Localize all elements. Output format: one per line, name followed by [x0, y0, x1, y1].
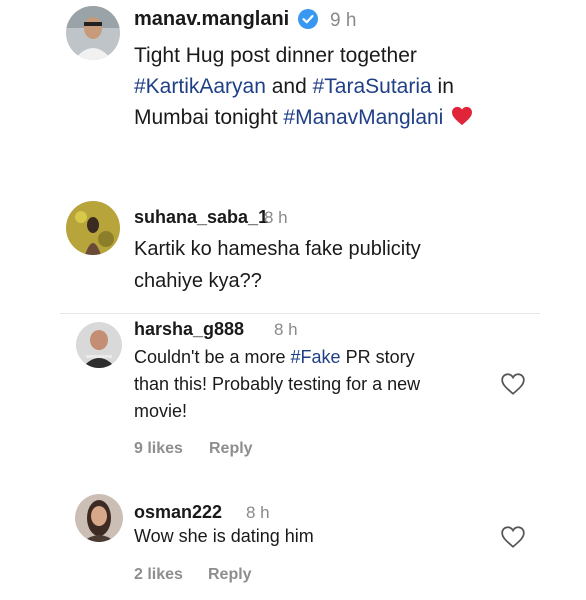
comment-3-likes[interactable]: 2 likes	[134, 566, 183, 584]
comment-2-line-3: movie!	[134, 401, 188, 421]
avatar-harsha[interactable]	[76, 322, 122, 368]
hashtag-fake[interactable]: #Fake	[291, 347, 341, 367]
avatar-osman[interactable]	[75, 494, 123, 542]
caption-in: in	[431, 75, 454, 98]
comment-2-username[interactable]: harsha_g888	[134, 319, 244, 340]
comment-2-time: 8 h	[274, 320, 298, 339]
caption-line-1: Tight Hug post dinner together	[134, 44, 417, 67]
caption-and: and	[265, 75, 313, 98]
hashtag-tarasutaria[interactable]: #TaraSutaria	[313, 75, 432, 98]
comment-2-line-1-suffix: PR story	[340, 347, 415, 367]
comment-divider	[60, 313, 540, 314]
comment-1-line-2: chahiye kya??	[134, 270, 262, 292]
comment-2-text: Couldn't be a more #Fake PR story than t…	[134, 344, 420, 425]
comment-2-likes[interactable]: 9 likes	[134, 440, 183, 458]
like-comment-3-heart-icon[interactable]	[500, 525, 526, 549]
comment-3-reply-button[interactable]: Reply	[208, 566, 252, 584]
comment-1-username[interactable]: suhana_saba_1	[134, 207, 268, 228]
post-time: 9 h	[330, 10, 357, 31]
red-heart-icon	[452, 106, 473, 126]
comment-1-text: Kartik ko hamesha fake publicity chahiye…	[134, 236, 421, 294]
comment-1-time: 8 h	[264, 208, 288, 227]
comment-3-text: Wow she is dating him	[134, 526, 314, 546]
comment-3-time: 8 h	[246, 503, 270, 522]
comment-2-line-1: Couldn't be a more #Fake PR story	[134, 344, 420, 371]
comment-2-reply-button[interactable]: Reply	[209, 440, 253, 458]
post-username[interactable]: manav.manglani	[134, 8, 289, 31]
comment-2-line-2: than this! Probably testing for a new	[134, 374, 421, 394]
verified-badge-icon	[298, 9, 318, 29]
post-caption: Tight Hug post dinner together #KartikAa…	[134, 40, 564, 133]
hashtag-kartikaaryan[interactable]: #KartikAaryan	[134, 75, 266, 98]
caption-line-3: Mumbai tonight #ManavManglani	[134, 102, 564, 133]
hashtag-manavmanglani[interactable]: #ManavManglani	[283, 106, 443, 129]
caption-mumbai: Mumbai tonight	[134, 106, 284, 129]
caption-line-2: #KartikAaryan and #TaraSutaria in	[134, 71, 564, 102]
avatar-suhana[interactable]	[66, 201, 120, 255]
comment-3-username[interactable]: osman222	[134, 502, 222, 523]
avatar-manav[interactable]	[66, 6, 120, 60]
like-comment-2-heart-icon[interactable]	[500, 372, 526, 396]
comment-1-line-1: Kartik ko hamesha fake publicity	[134, 238, 421, 260]
comment-2-line-1-prefix: Couldn't be a more	[134, 347, 291, 367]
